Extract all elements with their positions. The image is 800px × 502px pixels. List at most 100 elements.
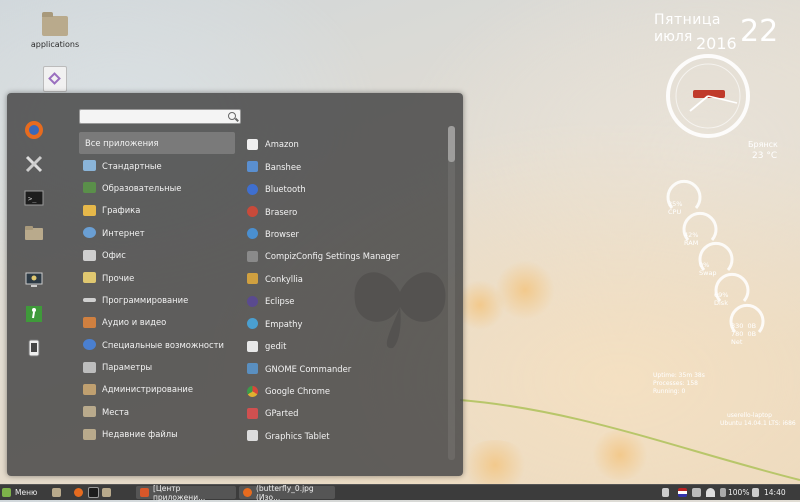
- category-all[interactable]: Все приложения: [79, 132, 235, 155]
- desktop-icon-applications[interactable]: applications: [20, 12, 90, 49]
- app-label: Google Chrome: [265, 386, 331, 397]
- favorite-shutdown[interactable]: [21, 335, 47, 361]
- accessories-icon: [83, 160, 96, 172]
- favorite-lock-screen[interactable]: [21, 267, 47, 293]
- favorite-files[interactable]: [21, 220, 47, 246]
- recent-folder-icon: [83, 428, 96, 440]
- window-label: [Центр приложени...: [153, 483, 206, 502]
- application-list: Amazon Banshee Bluetooth Brasero Browser…: [247, 133, 447, 447]
- processes-info: Processes: 158: [653, 380, 698, 387]
- bluetooth-icon: [247, 183, 258, 195]
- weather-city: Брянск: [748, 140, 778, 149]
- search-input[interactable]: [80, 110, 228, 123]
- category-preferences[interactable]: Параметры: [79, 356, 235, 378]
- amazon-icon: [247, 138, 258, 150]
- desktop-icon-document[interactable]: [20, 66, 90, 92]
- programming-icon: [83, 297, 96, 302]
- category-office[interactable]: Офис: [79, 244, 235, 266]
- taskbar-window-software-center[interactable]: [Центр приложени...: [136, 483, 236, 502]
- us-flag-icon: [678, 488, 687, 497]
- app-amazon[interactable]: Amazon: [247, 133, 447, 155]
- category-label: Аудио и видео: [102, 317, 167, 328]
- category-label: Места: [102, 406, 129, 417]
- tray-wifi[interactable]: [706, 486, 719, 499]
- app-gparted[interactable]: GParted: [247, 402, 447, 424]
- launcher-files-2[interactable]: [102, 486, 115, 499]
- taskbar: Меню [Центр приложени... (butterfly_0.jp…: [0, 483, 800, 502]
- other-icon: [83, 272, 96, 284]
- category-education[interactable]: Образовательные: [79, 177, 235, 199]
- app-eclipse[interactable]: Eclipse: [247, 290, 447, 312]
- category-label: Графика: [102, 205, 141, 216]
- software-center-icon: [140, 488, 149, 497]
- app-google-chrome[interactable]: Google Chrome: [247, 380, 447, 402]
- folder-icon: [52, 488, 61, 497]
- tray-keyboard-layout[interactable]: [678, 486, 691, 499]
- wifi-icon: [706, 488, 715, 497]
- preferences-icon: [83, 361, 96, 373]
- favorite-firefox[interactable]: [21, 117, 47, 143]
- accessibility-icon: [83, 339, 96, 351]
- sound-video-icon: [83, 316, 96, 328]
- tray-network[interactable]: [692, 486, 705, 499]
- launcher-terminal[interactable]: [88, 486, 103, 499]
- app-empathy[interactable]: Empathy: [247, 313, 447, 335]
- app-label: Amazon: [265, 139, 299, 150]
- search-field[interactable]: [79, 109, 241, 124]
- category-administration[interactable]: Администрирование: [79, 378, 235, 400]
- app-graphics-tablet[interactable]: Graphics Tablet: [247, 425, 447, 447]
- clock-day-name: Пятница: [654, 12, 721, 28]
- tray-volume[interactable]: [752, 486, 763, 499]
- app-label: Graphics Tablet: [265, 430, 330, 441]
- tray-battery[interactable]: 100%: [728, 486, 749, 499]
- category-sound-video[interactable]: Аудио и видео: [79, 311, 235, 333]
- category-recent-files[interactable]: Недавние файлы: [79, 423, 235, 445]
- category-internet[interactable]: Интернет: [79, 222, 235, 244]
- scrollbar-thumb[interactable]: [448, 126, 455, 162]
- menu-button[interactable]: Меню: [2, 486, 37, 499]
- phone-icon: [28, 339, 40, 357]
- tools-icon: [25, 155, 43, 173]
- category-accessibility[interactable]: Специальные возможности: [79, 334, 235, 356]
- app-conkyllia[interactable]: Conkyllia: [247, 268, 447, 290]
- conkyllia-icon: [247, 273, 258, 285]
- battery-label: 100%: [728, 488, 750, 497]
- favorite-terminal[interactable]: >_: [21, 185, 47, 211]
- app-bluetooth[interactable]: Bluetooth: [247, 178, 447, 200]
- menu-icon: [2, 488, 11, 497]
- clock-date: 22: [740, 14, 779, 49]
- clock-applet[interactable]: 14:40: [764, 486, 786, 499]
- launcher-firefox[interactable]: [74, 486, 87, 499]
- category-other[interactable]: Прочие: [79, 266, 235, 288]
- category-programming[interactable]: Программирование: [79, 289, 235, 311]
- host-info: userello-laptop: [727, 412, 772, 419]
- os-info: Ubuntu 14.04.1 LTS: i686: [720, 420, 796, 427]
- internet-icon: [83, 227, 96, 239]
- app-brasero[interactable]: Brasero: [247, 200, 447, 222]
- app-label: CompizConfig Settings Manager: [265, 251, 400, 262]
- wallpaper-stem: [460, 399, 800, 481]
- chrome-icon: [247, 385, 258, 397]
- category-accessories[interactable]: Стандартные: [79, 154, 235, 176]
- category-places[interactable]: Места: [79, 401, 235, 423]
- app-browser[interactable]: Browser: [247, 223, 447, 245]
- bluetooth-icon: [720, 488, 726, 497]
- exit-icon: [26, 306, 42, 322]
- category-graphics[interactable]: Графика: [79, 199, 235, 221]
- tray-lock[interactable]: [662, 486, 673, 499]
- app-label: Banshee: [265, 161, 302, 172]
- app-label: Conkyllia: [265, 273, 303, 284]
- firefox-icon: [74, 488, 83, 497]
- app-banshee[interactable]: Banshee: [247, 155, 447, 177]
- app-gedit[interactable]: gedit: [247, 335, 447, 357]
- category-label: Параметры: [102, 362, 153, 373]
- taskbar-window-image-viewer[interactable]: (butterfly_0.jpg (Изо...: [239, 484, 335, 502]
- favorite-logout[interactable]: [21, 301, 47, 327]
- screen-icon: [25, 272, 43, 287]
- launcher-files[interactable]: [52, 486, 65, 499]
- app-gnome-commander[interactable]: GNOME Commander: [247, 357, 447, 379]
- app-compizconfig[interactable]: CompizConfig Settings Manager: [247, 245, 447, 267]
- app-list-scrollbar[interactable]: [448, 126, 455, 460]
- favorite-settings[interactable]: [21, 151, 47, 177]
- category-label: Интернет: [102, 227, 145, 238]
